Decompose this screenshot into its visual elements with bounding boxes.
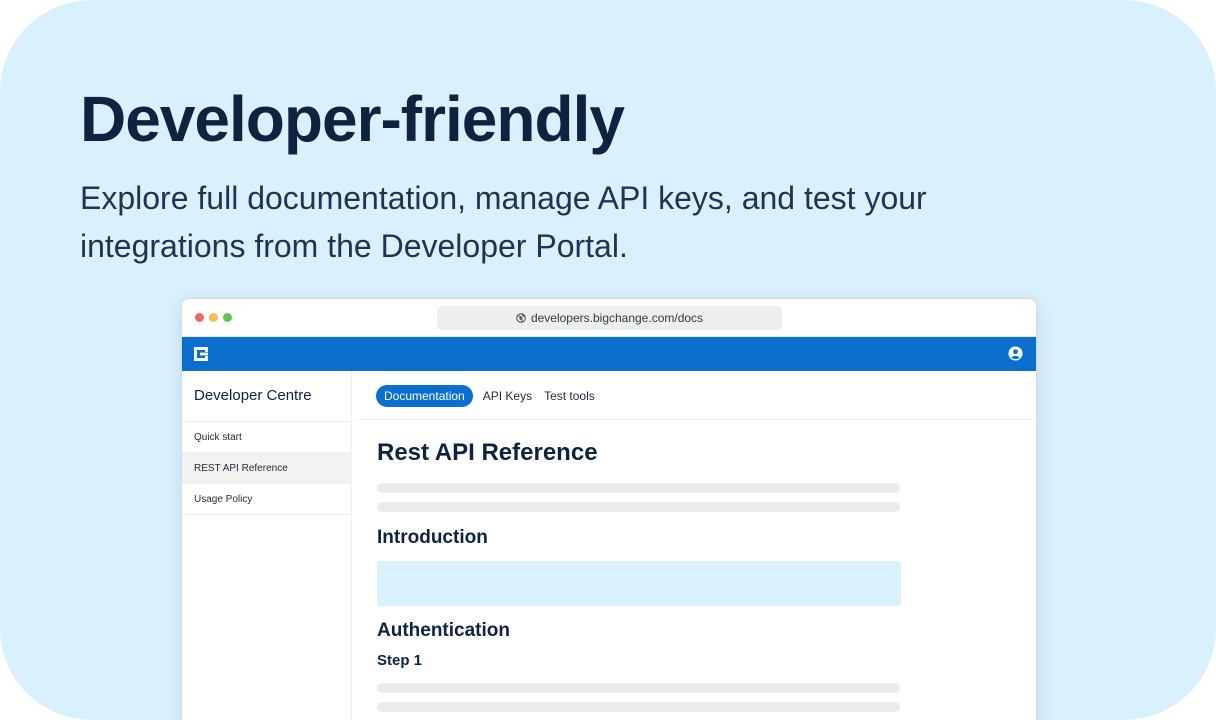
address-url: developers.bigchange.com/docs: [530, 311, 704, 325]
globe-icon: [516, 313, 526, 323]
doc-tabs: Documentation API Keys Test tools: [376, 385, 597, 407]
minimize-window-dot[interactable]: [209, 313, 218, 322]
text-placeholder: [377, 683, 900, 693]
tab-api-keys[interactable]: API Keys: [481, 389, 534, 403]
text-placeholder: [377, 483, 900, 493]
page-title: Rest API Reference: [377, 439, 598, 466]
maximize-window-dot[interactable]: [223, 313, 232, 322]
sidebar-item-quick-start[interactable]: Quick start: [182, 422, 352, 453]
sidebar-title: Developer Centre: [194, 387, 312, 404]
tab-documentation[interactable]: Documentation: [376, 385, 473, 407]
subsection-heading-step-1: Step 1: [377, 652, 423, 669]
sidebar-nav: Quick start REST API Reference Usage Pol…: [182, 421, 352, 515]
info-callout: [377, 561, 901, 606]
section-heading-authentication: Authentication: [377, 620, 510, 641]
close-window-dot[interactable]: [195, 313, 204, 322]
app-header: [182, 337, 1036, 371]
text-placeholder: [377, 702, 900, 712]
tabs-divider: [353, 419, 1036, 420]
hero-card: Developer-friendly Explore full document…: [0, 0, 1216, 720]
browser-chrome: developers.bigchange.com/docs: [182, 299, 1036, 337]
section-heading-introduction: Introduction: [377, 527, 488, 548]
hero-subtitle: Explore full documentation, manage API k…: [80, 180, 927, 264]
user-icon[interactable]: [1008, 346, 1023, 361]
browser-window: developers.bigchange.com/docs Developer …: [181, 298, 1037, 720]
address-bar[interactable]: developers.bigchange.com/docs: [437, 306, 782, 330]
text-placeholder: [377, 502, 900, 512]
tab-test-tools[interactable]: Test tools: [542, 389, 597, 403]
hero-title: Developer-friendly: [80, 83, 625, 155]
logo-icon[interactable]: [193, 346, 209, 362]
sidebar-item-usage-policy[interactable]: Usage Policy: [182, 484, 352, 515]
sidebar-item-rest-api-reference[interactable]: REST API Reference: [182, 453, 352, 484]
sidebar: Developer Centre Quick start REST API Re…: [182, 371, 352, 720]
